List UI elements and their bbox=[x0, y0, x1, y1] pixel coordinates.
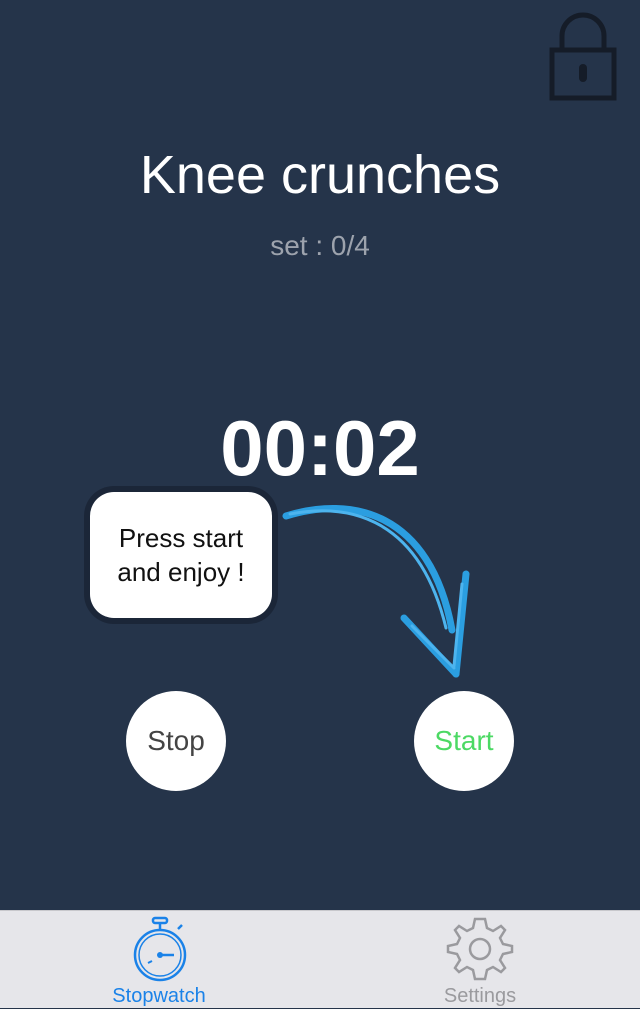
stopwatch-icon bbox=[133, 916, 187, 982]
hint-bubble: Press start and enjoy ! bbox=[90, 492, 272, 618]
tab-stopwatch-label: Stopwatch bbox=[112, 985, 206, 1007]
start-button[interactable]: Start bbox=[414, 691, 514, 791]
timer-display: 00:02 bbox=[220, 404, 420, 492]
curved-arrow-icon bbox=[282, 504, 470, 678]
stop-button[interactable]: Stop bbox=[126, 691, 226, 791]
hint-line-1: Press start bbox=[118, 523, 244, 553]
hint-text: Press start and enjoy ! bbox=[96, 521, 266, 589]
stopwatch-screen: Knee crunches set : 0/4 00:02 Press star… bbox=[0, 0, 640, 910]
set-counter: set : 0/4 bbox=[270, 230, 370, 261]
tab-settings-label: Settings bbox=[443, 985, 517, 1007]
lock-icon[interactable] bbox=[546, 12, 620, 104]
tab-stopwatch[interactable]: Stopwatch bbox=[0, 911, 320, 1009]
tab-settings[interactable]: Settings bbox=[320, 911, 640, 1009]
gear-icon bbox=[446, 917, 514, 981]
exercise-title: Knee crunches bbox=[139, 145, 501, 205]
hint-line-2: and enjoy ! bbox=[117, 557, 245, 587]
tab-bar: Stopwatch Settings bbox=[0, 910, 640, 1008]
